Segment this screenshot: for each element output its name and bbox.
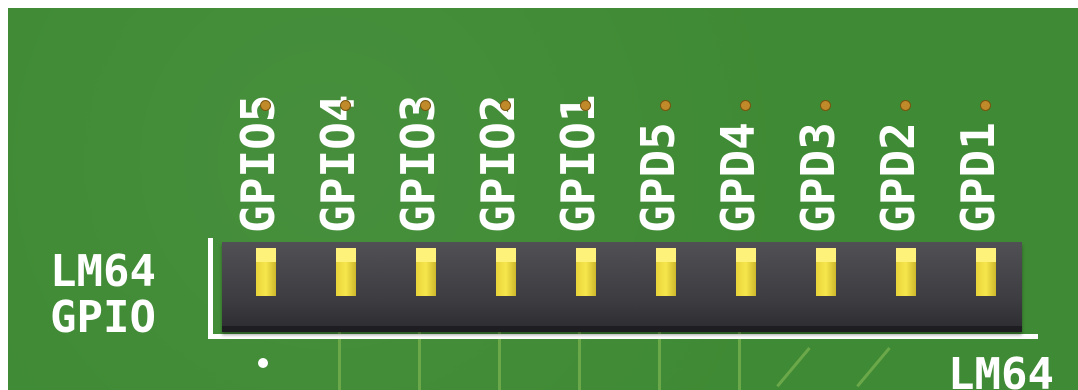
side-label-gpio: GPIO [50, 292, 156, 343]
silkscreen-outline-bottom [208, 334, 1038, 339]
via [500, 100, 511, 111]
via [820, 100, 831, 111]
via [340, 100, 351, 111]
silkscreen-outline-left [208, 238, 213, 338]
via [580, 100, 591, 111]
header-pin [336, 248, 356, 296]
header-pin [576, 248, 596, 296]
via [660, 100, 671, 111]
header-pin [656, 248, 676, 296]
pin-label-gpd2: GPD2 [871, 122, 925, 233]
header-pin [896, 248, 916, 296]
pin-label-gpio5: GPIO5 [231, 94, 285, 233]
pin1-marker-dot [258, 358, 268, 368]
via [980, 100, 991, 111]
pin-header [222, 242, 1022, 332]
header-pin [416, 248, 436, 296]
pin-label-gpd1: GPD1 [951, 122, 1005, 233]
pcb-board: GPIO5 GPIO4 GPIO3 GPIO2 GPIO1 GPD5 GPD4 … [8, 8, 1078, 390]
pin-label-gpio1: GPIO1 [551, 94, 605, 233]
pin-label-gpd3: GPD3 [791, 122, 845, 233]
pin-label-gpio4: GPIO4 [311, 94, 365, 233]
via [740, 100, 751, 111]
via [260, 100, 271, 111]
corner-label-lm64: LM64 [948, 349, 1054, 390]
header-pin [496, 248, 516, 296]
pcb-trace [776, 347, 811, 388]
pin-label-gpio2: GPIO2 [471, 94, 525, 233]
header-pin [736, 248, 756, 296]
pin-label-gpd5: GPD5 [631, 122, 685, 233]
side-label-lm64: LM64 [50, 246, 156, 297]
header-pin [256, 248, 276, 296]
pcb-trace [856, 347, 891, 388]
pin-label-gpd4: GPD4 [711, 122, 765, 233]
header-pin [976, 248, 996, 296]
pin-label-gpio3: GPIO3 [391, 94, 445, 233]
via [900, 100, 911, 111]
via [420, 100, 431, 111]
header-pin [816, 248, 836, 296]
